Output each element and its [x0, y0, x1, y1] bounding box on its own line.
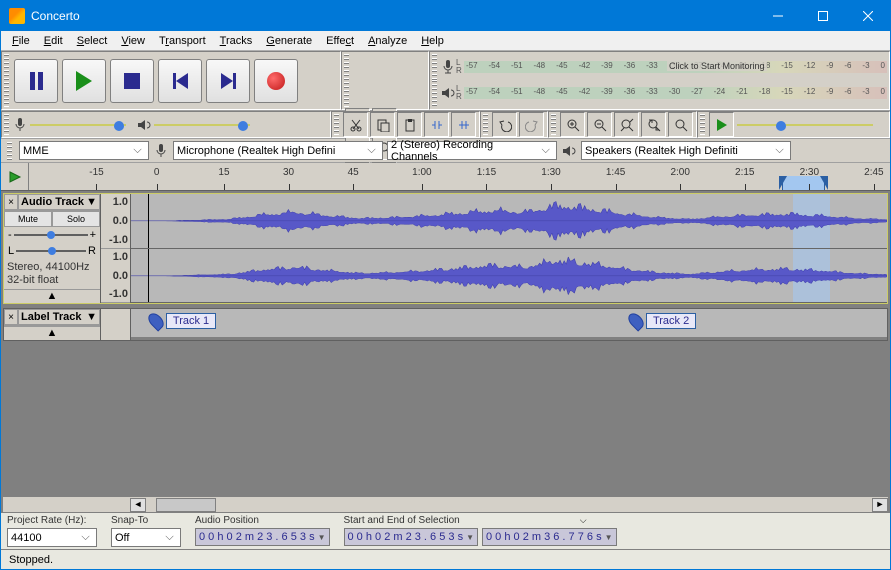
- close-button[interactable]: [845, 1, 890, 31]
- menu-transport[interactable]: Transport: [152, 33, 213, 49]
- pin-button[interactable]: [1, 163, 29, 190]
- device-toolbar: MME⌵ Microphone (Realtek High Defini⌵ 2 …: [1, 139, 890, 163]
- label-track[interactable]: × Label Track▼ ▲ Track 1 Track 2: [3, 308, 888, 341]
- track-control-panel: × Audio Track▼ Mute Solo -+ LR Stereo, 4…: [4, 194, 101, 303]
- channels-combo[interactable]: 2 (Stereo) Recording Channels⌵: [387, 141, 557, 160]
- menu-edit[interactable]: Edit: [37, 33, 70, 49]
- timeline-ruler[interactable]: -1501530451:001:151:301:452:002:152:302:…: [1, 163, 890, 191]
- mic-icon[interactable]: [440, 59, 456, 75]
- undo-toolbar: [480, 111, 548, 138]
- menu-select[interactable]: Select: [70, 33, 115, 49]
- play-at-speed-button[interactable]: [709, 112, 734, 137]
- playback-meter[interactable]: -57-54-51-48-45-42-39-36-33-30-27-24-21-…: [464, 87, 887, 99]
- app-logo-icon: [9, 8, 25, 24]
- track-name-dropdown[interactable]: Audio Track▼: [18, 194, 100, 210]
- track-info: Stereo, 44100Hz32-bit float: [4, 259, 100, 289]
- audio-position-field[interactable]: 0 0 h 0 2 m 2 3 . 6 5 3 s▼: [195, 528, 330, 546]
- play-button[interactable]: [62, 59, 106, 103]
- title-bar: Concerto: [1, 1, 890, 31]
- stop-button[interactable]: [110, 59, 154, 103]
- silence-button[interactable]: [451, 112, 476, 137]
- snap-to-combo[interactable]: Off⌵: [111, 528, 181, 547]
- audio-track[interactable]: × Audio Track▼ Mute Solo -+ LR Stereo, 4…: [3, 193, 888, 304]
- menu-tracks[interactable]: Tracks: [213, 33, 260, 49]
- project-rate-label: Project Rate (Hz):: [7, 515, 97, 526]
- menu-analyze[interactable]: Analyze: [361, 33, 414, 49]
- record-button[interactable]: [254, 59, 298, 103]
- label-area[interactable]: Track 1 Track 2: [131, 309, 887, 337]
- mute-button[interactable]: Mute: [4, 211, 52, 227]
- record-meter[interactable]: -57-54-51-48-45-42-39-36-33-30-27-24-21-…: [464, 61, 887, 73]
- speaker-icon[interactable]: [440, 85, 456, 101]
- record-volume-slider[interactable]: [28, 119, 128, 131]
- input-device-icon: [153, 143, 169, 159]
- zoom-toolbar: [548, 111, 697, 138]
- status-bar: Stopped.: [1, 549, 890, 569]
- skip-end-button[interactable]: [206, 59, 250, 103]
- transport-toolbar: [1, 51, 341, 110]
- selection-start-field[interactable]: 0 0 h 0 2 m 2 3 . 6 5 3 s▼: [344, 528, 479, 546]
- meter-message: Click to Start Monitoring: [667, 61, 767, 71]
- playback-speed-slider[interactable]: [735, 119, 875, 131]
- input-device-combo[interactable]: Microphone (Realtek High Defini⌵: [173, 141, 383, 160]
- vertical-ruler: 1.00.0-1.0 1.00.0-1.0: [101, 194, 131, 303]
- play-speed-toolbar: [697, 111, 890, 138]
- zoom-out-button[interactable]: [587, 112, 612, 137]
- playback-volume-slider[interactable]: [152, 119, 252, 131]
- waveform-channel-left[interactable]: [131, 194, 887, 249]
- copy-button[interactable]: [370, 112, 395, 137]
- label-track-close-button[interactable]: ×: [4, 309, 18, 325]
- tracks-area: × Audio Track▼ Mute Solo -+ LR Stereo, 4…: [1, 191, 890, 512]
- zoom-toggle-button[interactable]: [668, 112, 693, 137]
- timeline-selection[interactable]: [782, 176, 825, 190]
- trim-button[interactable]: [424, 112, 449, 137]
- maximize-button[interactable]: [800, 1, 845, 31]
- selection-toolbar: Project Rate (Hz): 44100⌵ Snap-To Off⌵ A…: [1, 512, 890, 549]
- tools-toolbar: I: [341, 51, 429, 110]
- menu-effect[interactable]: Effect: [319, 33, 361, 49]
- output-device-icon: [561, 143, 577, 159]
- cut-button[interactable]: [343, 112, 368, 137]
- project-rate-combo[interactable]: 44100⌵: [7, 528, 97, 547]
- track-close-button[interactable]: ×: [4, 194, 18, 210]
- skip-start-button[interactable]: [158, 59, 202, 103]
- fit-project-button[interactable]: [641, 112, 666, 137]
- gain-slider[interactable]: -+: [4, 227, 100, 243]
- snap-to-label: Snap-To: [111, 515, 181, 526]
- selection-end-field[interactable]: 0 0 h 0 2 m 3 6 . 7 7 6 s▼: [482, 528, 617, 546]
- audio-position-label: Audio Position: [195, 515, 330, 526]
- label-collapse-button[interactable]: ▲: [4, 326, 100, 340]
- undo-button[interactable]: [492, 112, 517, 137]
- edit-toolbar: [331, 111, 480, 138]
- status-text: Stopped.: [9, 554, 53, 566]
- horizontal-scrollbar[interactable]: ◄ ►: [3, 496, 888, 512]
- collapse-button[interactable]: ▲: [4, 289, 100, 303]
- mixer-toolbar: [1, 111, 331, 138]
- menu-generate[interactable]: Generate: [259, 33, 319, 49]
- mic-slider-icon: [12, 117, 28, 133]
- menu-view[interactable]: View: [114, 33, 152, 49]
- minimize-button[interactable]: [755, 1, 800, 31]
- speaker-slider-icon: [136, 117, 152, 133]
- pan-slider[interactable]: LR: [4, 243, 100, 259]
- redo-button[interactable]: [519, 112, 544, 137]
- selection-range-label: Start and End of Selection: [344, 515, 460, 526]
- pause-button[interactable]: [14, 59, 58, 103]
- zoom-in-button[interactable]: [560, 112, 585, 137]
- label-track-name-dropdown[interactable]: Label Track▼: [18, 309, 100, 325]
- fit-selection-button[interactable]: [614, 112, 639, 137]
- menu-bar: File Edit Select View Transport Tracks G…: [1, 31, 890, 51]
- paste-button[interactable]: [397, 112, 422, 137]
- label-marker-1[interactable]: Track 1: [150, 312, 216, 330]
- meters-toolbar: LR -57-54-51-48-45-42-39-36-33-30-27-24-…: [429, 51, 890, 110]
- label-marker-2[interactable]: Track 2: [630, 312, 696, 330]
- solo-button[interactable]: Solo: [52, 211, 100, 227]
- waveform-channel-right[interactable]: [131, 249, 887, 304]
- output-device-combo[interactable]: Speakers (Realtek High Definiti⌵: [581, 141, 791, 160]
- window-title: Concerto: [31, 9, 755, 23]
- audio-host-combo[interactable]: MME⌵: [19, 141, 149, 160]
- menu-help[interactable]: Help: [414, 33, 451, 49]
- menu-file[interactable]: File: [5, 33, 37, 49]
